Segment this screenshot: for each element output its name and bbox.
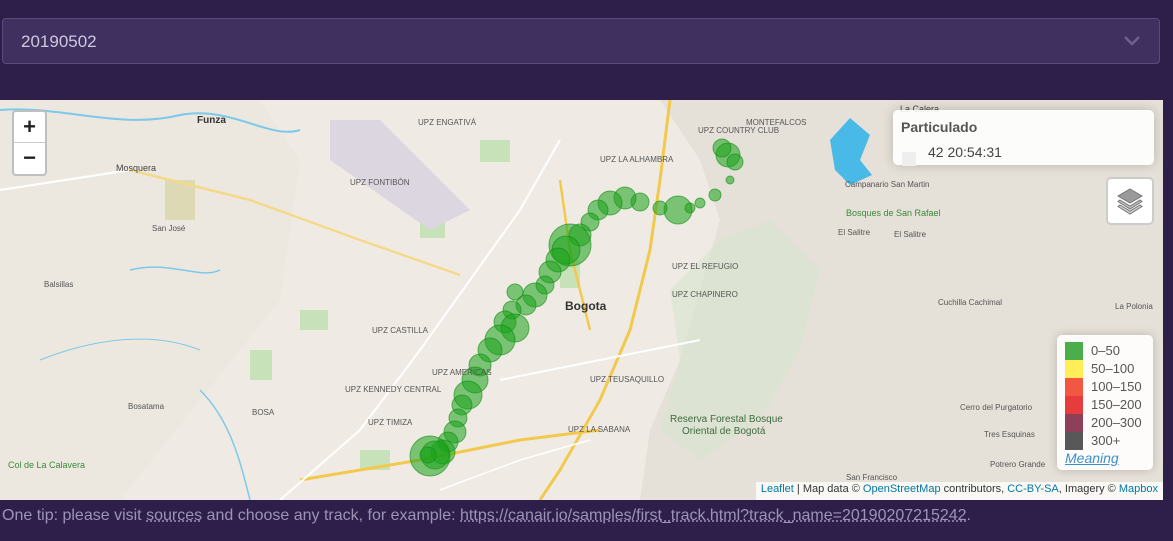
zoom-control: + − [12,110,47,176]
track-select[interactable]: 20190502 [2,18,1160,64]
legend-swatch [1065,360,1083,378]
label-san-jose: San José [152,224,186,233]
label-upz-timiza: UPZ TIMIZA [368,418,413,427]
label-la-polonia: La Polonia [1115,302,1153,311]
label-upz-bosa: BOSA [252,408,275,417]
zoom-in-button[interactable]: + [14,112,45,142]
attribution-text: contributors, [940,483,1008,495]
legend-swatch [1065,342,1083,360]
label-upz-suba: UPZ LA ALHAMBRA [600,155,674,164]
label-el-salitre: El Salitre [838,228,871,237]
legend-label: 150–200 [1091,397,1142,412]
tip-middle: and choose any track, for example: [202,507,461,524]
legend-label: 300+ [1091,433,1121,448]
label-tres-esquinas: Tres Esquinas [984,430,1035,439]
tip-text: One tip: please visit sources and choose… [2,507,971,525]
label-bosatama: Bosatama [128,402,165,411]
tip-after: . [966,507,971,524]
legend-label: 100–150 [1091,379,1142,394]
attribution-text: , Imagery © [1058,483,1119,495]
sources-link[interactable]: sources [146,507,202,524]
label-cuchilla-cachimal: Cuchilla Cachimal [938,298,1003,307]
legend: 0–50 50–100 100–150 150–200 200–300 300+… [1057,335,1153,470]
label-san-francisco: San Francisco [846,473,898,482]
legend-label: 0–50 [1091,343,1120,358]
label-upz-refugio: UPZ EL REFUGIO [672,262,739,271]
attribution-mapbox-link[interactable]: Mapbox [1119,483,1158,495]
info-panel: Particulado 42 20:54:31 [893,110,1154,166]
legend-swatch [1065,414,1083,432]
label-el-salitre-2: El Salitre [894,230,927,239]
label-reserva: Reserva Forestal Bosque [670,414,783,425]
info-swatch [902,152,916,166]
attribution-text: | Map data © [793,483,863,495]
label-upz-montebello: MONTEFALCOS [746,118,807,127]
legend-label: 50–100 [1091,361,1135,376]
label-upz-chapinero: UPZ CHAPINERO [672,290,738,299]
attribution-osm-link[interactable]: OpenStreetMap [863,483,941,495]
layers-button[interactable] [1106,177,1154,225]
info-time: 42 20:54:31 [928,144,1002,160]
label-upz-engativa: UPZ ENGATIVÁ [418,118,477,127]
legend-meaning-link[interactable]: Meaning [1065,450,1119,466]
label-upz-fontibon: UPZ FONTIBÓN [350,178,410,187]
label-col-la-calavera: Col de La Calavera [8,460,86,470]
layers-icon [1117,188,1143,215]
info-title: Particulado [901,119,978,135]
label-upz-americas: UPZ AMERICAS [432,368,492,377]
label-upz-sabana: UPZ LA SABANA [568,425,631,434]
track-select-value: 20190502 [21,32,97,51]
zoom-out-button[interactable]: − [14,142,45,173]
legend-label: 200–300 [1091,415,1142,430]
label-upz-kennedy: UPZ KENNEDY CENTRAL [345,385,442,394]
label-upz-teusaquillo: UPZ TEUSAQUILLO [590,375,665,384]
label-upz-usaquen: UPZ COUNTRY CLUB [698,126,780,135]
map[interactable]: Bogota Funza Mosquera La Calera Reserva … [0,100,1163,500]
label-mosquera: Mosquera [116,163,157,173]
map-attribution: Leaflet | Map data © OpenStreetMap contr… [755,482,1163,500]
example-track-link[interactable]: https://canair.io/samples/first_track.ht… [460,507,967,524]
label-funza: Funza [197,115,226,126]
legend-swatch [1065,432,1083,450]
label-cerro-purgatorio: Cerro del Purgatorio [960,403,1033,412]
legend-swatch [1065,378,1083,396]
label-bogota: Bogota [565,299,607,313]
label-reserva2: Oriental de Bogotá [682,426,766,437]
attribution-leaflet-link[interactable]: Leaflet [761,483,794,495]
label-balsillas: Balsillas [44,280,74,289]
chevron-down-icon [1124,36,1140,46]
label-potrero-grande: Potrero Grande [990,460,1046,469]
label-upz-castilla: UPZ CASTILLA [372,326,429,335]
legend-swatch [1065,396,1083,414]
label-campanario: Campanario San Martin [845,180,930,189]
label-bosques-san-rafael: Bosques de San Rafael [846,208,941,218]
tip-before: One tip: please visit [2,507,147,524]
attribution-license-link[interactable]: CC-BY-SA [1007,483,1059,495]
